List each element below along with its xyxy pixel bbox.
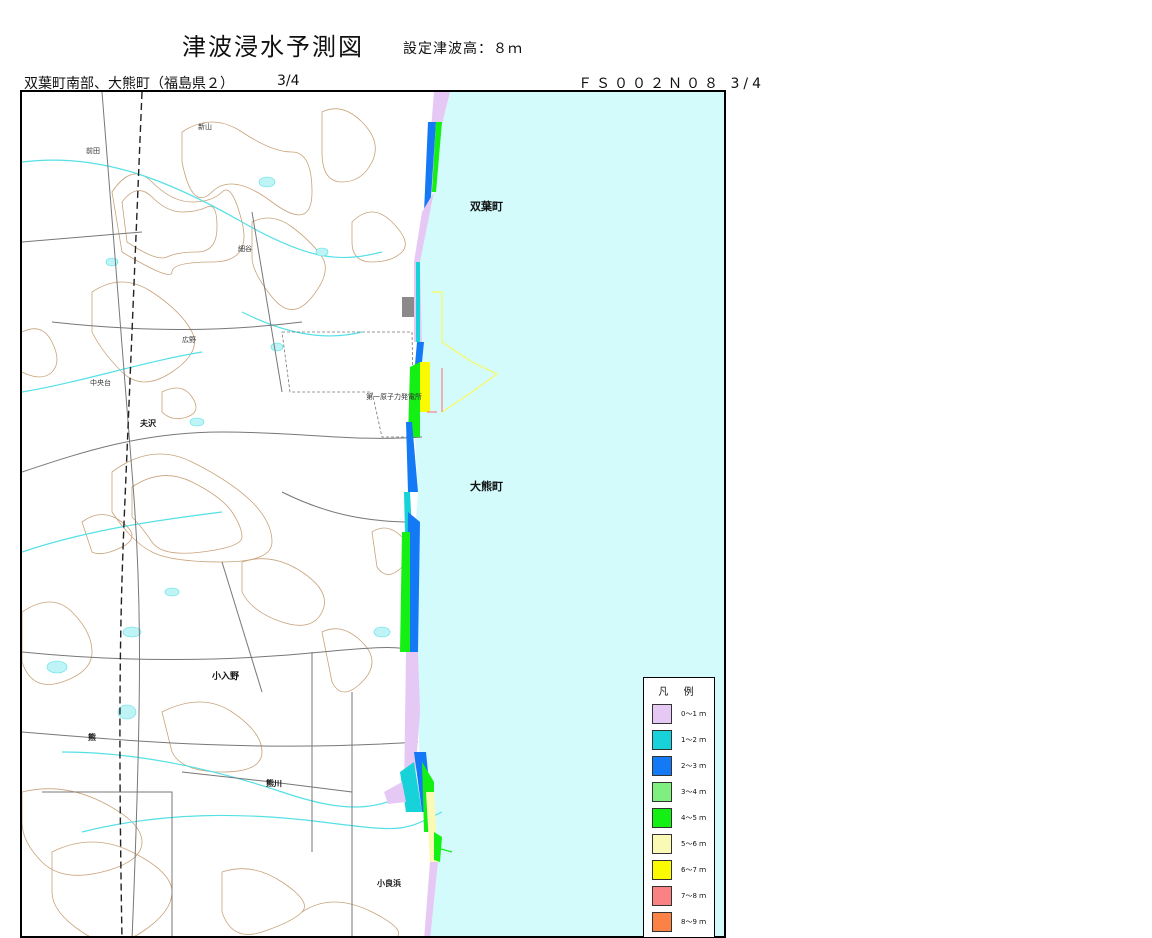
- place-label-kumakawa: 熊川: [266, 779, 282, 788]
- legend-swatch: [652, 834, 672, 854]
- legend-item: 3～4 ｍ: [652, 781, 706, 803]
- legend-swatch: [652, 860, 672, 880]
- place-label-otto: 夫沢: [140, 419, 156, 428]
- legend-item: 1～2 ｍ: [652, 729, 706, 751]
- legend-label: 2～3 ｍ: [681, 762, 707, 770]
- place-label-nakanodai: 中央台: [90, 379, 111, 387]
- legend-label: 4～5 ｍ: [681, 814, 707, 822]
- place-label-plant: 第一原子力発電所: [366, 393, 422, 401]
- legend-swatch: [652, 704, 672, 724]
- tsunami-height-label: 設定津波高：８ｍ: [403, 41, 523, 57]
- legend-label: 3～4 ｍ: [681, 788, 707, 796]
- plant-boundary: [281, 331, 415, 438]
- roads: [22, 92, 423, 936]
- place-label-kuma: 熊: [88, 733, 96, 742]
- legend-label: 5～6 ｍ: [681, 840, 707, 848]
- legend-label: 8～9 ｍ: [681, 918, 707, 926]
- plant-buildings: [402, 297, 414, 317]
- legend-label: 7～8 ｍ: [681, 892, 707, 900]
- place-label-maeda: 前田: [86, 147, 100, 155]
- area-page: 3/4: [277, 73, 300, 89]
- town-label-okuma: 大熊町: [470, 480, 503, 493]
- town-label-futaba: 双葉町: [470, 200, 503, 213]
- legend-item: 4～5 ｍ: [652, 807, 706, 829]
- inundation-map[interactable]: 双葉町 大熊町 小入野 夫沢 熊川 小良浜 熊 新山 前田 細谷 第一原子力発電…: [20, 90, 726, 938]
- legend-swatch: [652, 886, 672, 906]
- legend-item: 8～9 ｍ: [652, 911, 706, 933]
- legend-swatch: [652, 756, 672, 776]
- legend-swatch: [652, 782, 672, 802]
- legend-swatch: [652, 808, 672, 828]
- map-title: 津波浸水予測図: [182, 33, 364, 61]
- legend-label: 1～2 ｍ: [681, 736, 707, 744]
- legend-item: 6～7 ｍ: [652, 859, 706, 881]
- legend-item: 2～3 ｍ: [652, 755, 706, 777]
- place-label-hiro: 広野: [182, 336, 196, 344]
- legend-swatch: [652, 730, 672, 750]
- place-label-koiri: 小入野: [212, 672, 240, 682]
- place-label-onami: 小良浜: [377, 879, 401, 888]
- legend-title: 凡 例: [658, 687, 700, 698]
- map-canvas: [22, 92, 724, 936]
- place-label-hososaya: 細谷: [238, 245, 252, 253]
- legend-item: 7～8 ｍ: [652, 885, 706, 907]
- place-label-nishiyama: 新山: [198, 123, 212, 131]
- contour-lines: [22, 108, 410, 936]
- legend-swatch: [652, 912, 672, 932]
- legend-item: 0～1 ｍ: [652, 703, 706, 725]
- legend-label: 6～7 ｍ: [681, 866, 707, 874]
- railway: [119, 92, 143, 936]
- legend-item: 5～6 ｍ: [652, 833, 706, 855]
- legend-label: 0～1 ｍ: [681, 710, 707, 718]
- rivers: [22, 159, 443, 833]
- map-legend: 凡 例 0～1 ｍ 1～2 ｍ 2～3 ｍ 3～4 ｍ 4～5 ｍ 5～6 ｍ …: [643, 677, 715, 938]
